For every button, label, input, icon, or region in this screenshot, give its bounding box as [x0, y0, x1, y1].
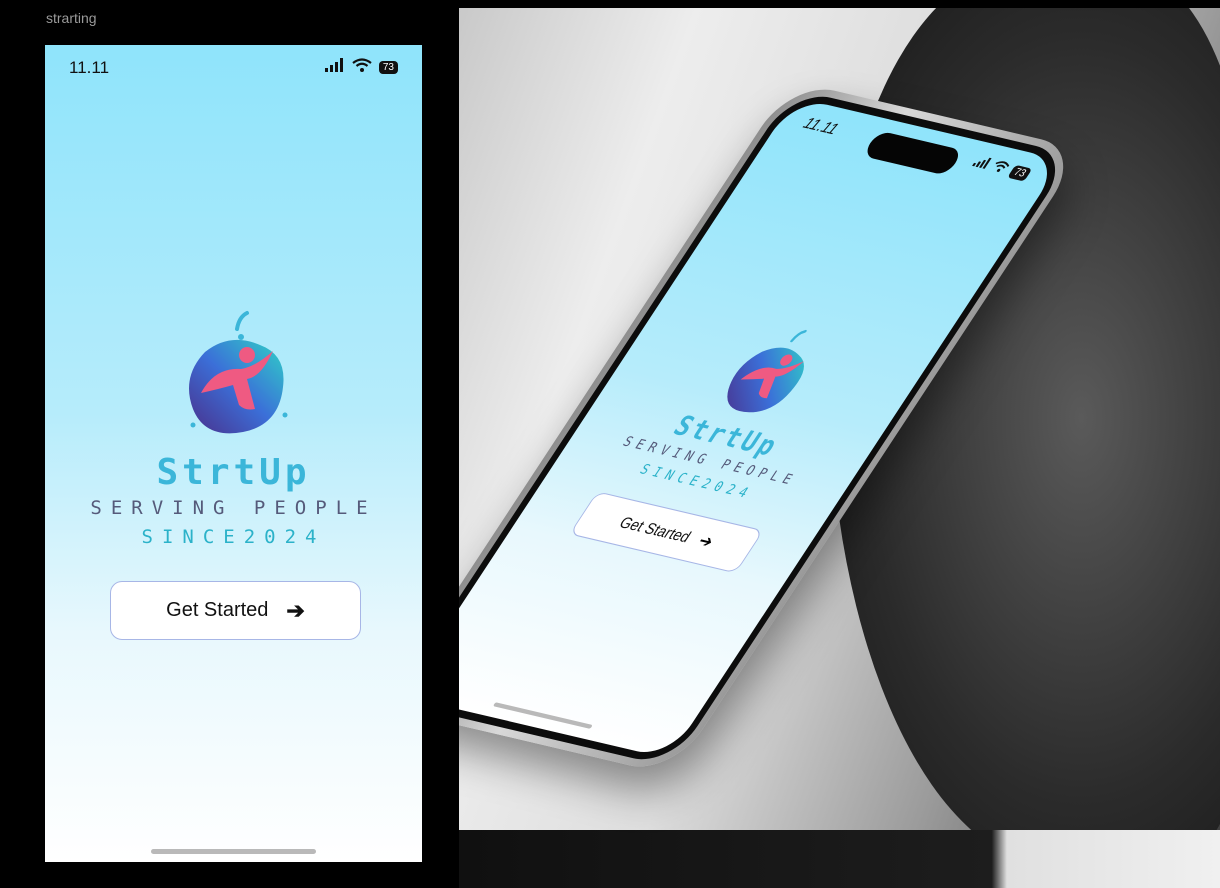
- wifi-icon: [352, 58, 372, 77]
- brand-tagline: SERVING PEOPLE: [90, 497, 377, 519]
- frame-label: strarting: [46, 10, 97, 26]
- arrow-right-icon: ➔: [694, 532, 717, 552]
- startup-logo: [175, 307, 295, 447]
- battery-icon: 73: [1007, 164, 1033, 182]
- brand-title: StrtUp: [156, 452, 311, 493]
- ledge: [459, 830, 1220, 888]
- brand-since: SINCE2024: [141, 526, 326, 548]
- home-indicator: [492, 702, 593, 729]
- dynamic-island: [861, 130, 964, 176]
- app-screen: 11.11 73 StrtUp SERVING PEOPLE SINCE2024…: [45, 45, 422, 862]
- get-started-label: Get Started: [615, 513, 695, 546]
- device-mockup-image: 11.11 73 StrtUp SERVING PEOPLE SINCE2024…: [459, 8, 1220, 888]
- status-time: 11.11: [69, 58, 110, 77]
- get-started-button: Get Started ➔: [569, 491, 764, 574]
- battery-icon: 73: [378, 61, 398, 74]
- status-bar: 11.11 73: [45, 45, 422, 89]
- status-icons: 73: [324, 58, 398, 77]
- cellular-signal-icon: [324, 58, 345, 77]
- get-started-label: Get Started: [166, 599, 269, 621]
- get-started-button[interactable]: Get Started ➔: [110, 581, 361, 640]
- home-indicator: [151, 849, 316, 854]
- arrow-right-icon: ➔: [286, 597, 305, 623]
- startup-logo: [700, 316, 839, 431]
- mockup-status-icons: 73: [970, 155, 1033, 182]
- mockup-time: 11.11: [799, 114, 842, 139]
